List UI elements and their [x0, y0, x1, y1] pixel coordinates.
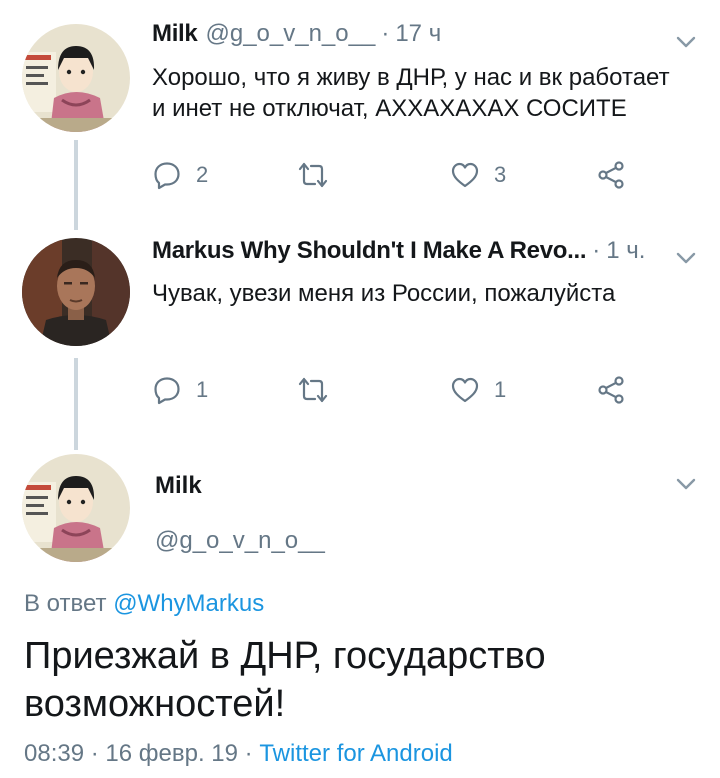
tweet-meta: 08:39 · 16 февр. 19 · Twitter for Androi… — [24, 740, 453, 768]
tweet-actions: 2 3 — [152, 155, 632, 195]
like-button[interactable]: 3 — [450, 155, 506, 195]
heart-icon — [451, 162, 479, 188]
tweet-text-line: возможностей! — [24, 683, 286, 725]
like-count: 1 — [494, 377, 507, 402]
share-icon — [598, 161, 624, 189]
share-button[interactable] — [596, 155, 626, 195]
avatar[interactable] — [22, 454, 130, 562]
thread-connector — [74, 358, 78, 450]
reply-prefix: В ответ — [24, 590, 107, 617]
tweet-date[interactable]: 16 февр. 19 — [105, 740, 238, 767]
avatar[interactable] — [22, 24, 130, 132]
tweet-header: Markus Why Shouldn't I Make A Revo... · … — [152, 237, 645, 265]
tweet-time[interactable]: 17 ч — [395, 20, 441, 48]
retweet-icon — [298, 162, 328, 188]
chevron-down-icon[interactable] — [674, 246, 698, 270]
author-name[interactable]: Markus Why Shouldn't I Make A Revo... — [152, 237, 587, 265]
reply-button[interactable]: 2 — [152, 155, 208, 195]
tweet-time[interactable]: 08:39 — [24, 740, 84, 767]
heart-icon — [451, 377, 479, 403]
tweet-text-line: Хорошо, что я живу в ДНР, у нас и вк раб… — [152, 64, 670, 91]
retweet-button[interactable] — [298, 155, 328, 195]
like-button[interactable]: 1 — [450, 370, 506, 410]
tweet-text: Чувак, увези меня из России, пожалуйста — [152, 278, 615, 309]
reply-count: 2 — [196, 162, 209, 187]
author-handle[interactable]: @g_o_v_n_o__ — [155, 527, 325, 555]
anime-character-avatar-icon — [22, 24, 130, 132]
separator-dot: · — [381, 20, 390, 47]
tweet-text-line: Чувак, увези меня из России, пожалуйста — [152, 280, 616, 307]
tweet-text: Хорошо, что я живу в ДНР, у нас и вк раб… — [152, 62, 670, 124]
retweet-button[interactable] — [298, 370, 328, 410]
reply-context: В ответ @WhyMarkus — [24, 590, 264, 618]
chevron-down-icon[interactable] — [674, 472, 698, 496]
tweet-actions: 1 1 — [152, 370, 632, 410]
retweet-icon — [298, 377, 328, 403]
separator-dot: · — [90, 740, 99, 767]
thread-connector — [74, 140, 78, 230]
author-name[interactable]: Milk — [155, 472, 202, 500]
reply-count: 1 — [196, 377, 209, 402]
share-icon — [598, 376, 624, 404]
game-character-avatar-icon — [22, 238, 130, 346]
avatar[interactable] — [22, 238, 130, 346]
reply-icon — [154, 377, 180, 405]
like-count: 3 — [494, 162, 507, 187]
reply-icon — [154, 162, 180, 190]
client-link[interactable]: Twitter for Android — [259, 740, 452, 767]
separator-dot: · — [244, 740, 253, 767]
tweet-time[interactable]: 1 ч. — [606, 237, 645, 265]
main-tweet-text: Приезжай в ДНР, государство возможностей… — [24, 632, 684, 728]
author-handle[interactable]: @g_o_v_n_o__ — [205, 20, 375, 48]
anime-character-avatar-icon — [22, 454, 130, 562]
reply-mention-link[interactable]: @WhyMarkus — [113, 590, 264, 617]
separator-dot: · — [592, 237, 601, 264]
tweet-header: Milk @g_o_v_n_o__ · 17 ч — [152, 20, 441, 48]
reply-button[interactable]: 1 — [152, 370, 208, 410]
chevron-down-icon[interactable] — [674, 30, 698, 54]
share-button[interactable] — [596, 370, 626, 410]
tweet-text-line: и инет не отключат, АХХАХАХАХ СОСИТЕ — [152, 95, 627, 122]
tweet-text-line: Приезжай в ДНР, государство — [24, 635, 546, 677]
author-name[interactable]: Milk — [152, 20, 198, 48]
